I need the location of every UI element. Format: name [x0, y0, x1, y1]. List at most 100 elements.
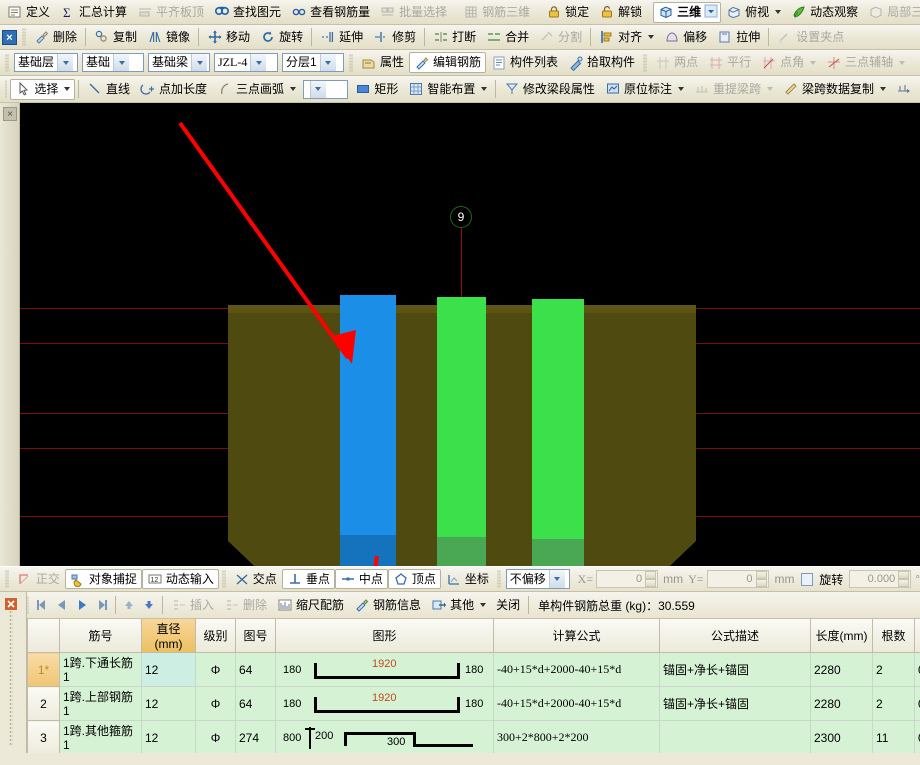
grid-rebar-info[interactable]: 钢筋信息: [349, 595, 426, 616]
cell-length[interactable]: 2300: [810, 720, 873, 753]
snap-midpoint[interactable]: 中点: [334, 569, 388, 589]
cell-grade[interactable]: Φ: [195, 686, 236, 721]
chevron-down-icon[interactable]: [481, 87, 488, 91]
close-panel-icon[interactable]: [4, 597, 18, 613]
toolbar-find-element[interactable]: 查找图元: [209, 2, 286, 23]
rotate-checkbox[interactable]: [800, 572, 814, 586]
cell-name[interactable]: 1跨.其他箍筋1: [59, 720, 142, 753]
edit-stretch[interactable]: 拉伸: [712, 27, 765, 48]
chevron-down-icon[interactable]: [113, 54, 130, 71]
table-row[interactable]: 1* 1跨.下通长筋1 12 Φ 64 180 1920 180 -40+15*…: [27, 652, 920, 687]
grid-scale-rebar[interactable]: 缩尺配筋: [272, 595, 349, 616]
chevron-down-icon[interactable]: [704, 4, 718, 20]
toolbar-top-view[interactable]: 俯视: [721, 2, 786, 23]
floor-combo[interactable]: 基础层: [14, 53, 78, 72]
chevron-down-icon[interactable]: [319, 54, 336, 71]
snap-ortho[interactable]: 正交: [12, 569, 65, 589]
cell-formula-desc[interactable]: 锚固+净长+锚固: [659, 686, 811, 721]
col-formula[interactable]: 计算公式: [493, 619, 660, 653]
cell-formula[interactable]: -40+15*d+2000-40+15*d: [493, 686, 660, 721]
cell-diameter[interactable]: 12: [141, 720, 196, 753]
row-header[interactable]: 2: [27, 686, 60, 721]
cell-lap[interactable]: 0: [914, 652, 920, 687]
context-properties[interactable]: 属性: [356, 52, 409, 73]
toolbar-3d-view[interactable]: 三维: [653, 1, 722, 23]
3d-viewport[interactable]: 9 ×: [0, 103, 920, 566]
cell-length[interactable]: 2280: [810, 686, 873, 721]
first-record-icon[interactable]: [32, 596, 52, 614]
rebar-green-1[interactable]: [437, 297, 486, 566]
chevron-down-icon[interactable]: [775, 10, 782, 14]
toolbar-dynamic-observe[interactable]: 动态观察: [786, 2, 863, 23]
x-coord-input[interactable]: 0: [596, 570, 659, 588]
draw-span-data-copy[interactable]: 梁跨数据复制: [778, 79, 891, 100]
cell-formula-desc[interactable]: 锚固+净长+锚固: [659, 652, 811, 687]
table-row[interactable]: 3 1跨.其他箍筋1 12 Φ 274 800 200 300 300+2*80…: [27, 720, 920, 753]
chevron-down-icon[interactable]: [677, 87, 684, 91]
close-icon[interactable]: ×: [2, 29, 17, 45]
col-diameter[interactable]: 直径(mm): [141, 619, 196, 653]
toolbar-lock[interactable]: 锁定: [541, 2, 594, 23]
draw-line[interactable]: 直线: [82, 79, 135, 100]
y-coord-stepper[interactable]: [755, 571, 767, 587]
edit-break[interactable]: 打断: [428, 27, 481, 48]
toolbar-view-rebar-qty[interactable]: 查看钢筋量: [286, 2, 375, 23]
row-header[interactable]: 3: [27, 720, 60, 753]
cell-drawing-no[interactable]: 274: [235, 720, 276, 753]
draw-apply-span[interactable]: [891, 79, 920, 100]
rotate-stepper[interactable]: [898, 571, 910, 587]
chevron-down-icon[interactable]: [64, 87, 71, 91]
close-panel-icon[interactable]: ×: [3, 107, 17, 121]
chevron-down-icon[interactable]: [191, 54, 208, 71]
draw-point-length[interactable]: 点加长度: [135, 79, 212, 100]
draw-in-place-annotation[interactable]: 原位标注: [600, 79, 689, 100]
context-pick-component[interactable]: 拾取构件: [563, 52, 640, 73]
layer-combo[interactable]: 分层1: [282, 53, 344, 72]
draw-select[interactable]: 选择: [10, 78, 76, 100]
cell-name[interactable]: 1跨.下通长筋1: [59, 652, 142, 687]
last-record-icon[interactable]: [92, 596, 112, 614]
chevron-down-icon[interactable]: [250, 54, 267, 71]
grid-other[interactable]: 其他: [426, 595, 491, 616]
draw-three-point-arc[interactable]: 三点画弧: [212, 79, 301, 100]
edit-trim[interactable]: 修剪: [368, 27, 421, 48]
cell-lap[interactable]: 0: [914, 686, 920, 721]
col-formula-desc[interactable]: 公式描述: [659, 619, 811, 653]
rotate-input[interactable]: 0.000: [849, 570, 912, 588]
viewport-left-panel[interactable]: ×: [0, 103, 20, 566]
cell-name[interactable]: 1跨.上部钢筋1: [59, 686, 142, 721]
context-component-list[interactable]: 构件列表: [486, 52, 563, 73]
col-shape[interactable]: 图形: [275, 619, 494, 653]
toolbar-define[interactable]: 定义: [2, 2, 55, 23]
category-combo[interactable]: 基础: [82, 53, 144, 72]
snap-dynamic-input[interactable]: 12 动态输入: [141, 569, 219, 589]
chevron-down-icon[interactable]: [648, 35, 655, 39]
drag-handle-dots[interactable]: [9, 598, 13, 747]
col-count[interactable]: 根数: [872, 619, 915, 653]
col-drawing-no[interactable]: 图号: [235, 619, 276, 653]
move-down-icon[interactable]: [139, 596, 159, 614]
edit-copy[interactable]: 复制: [89, 27, 142, 48]
rebar-selected[interactable]: [340, 295, 396, 566]
cell-count[interactable]: 11: [872, 720, 915, 753]
col-lap[interactable]: 搭接: [914, 619, 920, 653]
edit-merge[interactable]: 合并: [481, 27, 534, 48]
snap-object-snap[interactable]: 对象捕捉: [64, 569, 142, 589]
snap-vertex[interactable]: 顶点: [387, 569, 441, 589]
col-length[interactable]: 长度(mm): [810, 619, 873, 653]
rebar-green-2[interactable]: [532, 299, 584, 566]
edit-mirror[interactable]: 镜像: [142, 27, 195, 48]
cell-length[interactable]: 2280: [810, 652, 873, 687]
snap-coordinate[interactable]: 坐标: [441, 569, 494, 589]
snap-perpendicular[interactable]: 垂点: [281, 569, 335, 589]
chevron-down-icon[interactable]: [289, 87, 296, 91]
offset-mode-combo[interactable]: 不偏移: [505, 569, 570, 589]
component-combo[interactable]: JZL-4: [214, 53, 278, 72]
x-coord-stepper[interactable]: [645, 571, 657, 587]
toolbar-summary-calc[interactable]: Σ 汇总计算: [55, 2, 132, 23]
arc-option-combo[interactable]: [302, 79, 349, 99]
chevron-down-icon[interactable]: [879, 87, 886, 91]
draw-smart-layout[interactable]: 智能布置: [403, 79, 492, 100]
cell-drawing-no[interactable]: 64: [235, 686, 276, 721]
snap-intersection[interactable]: 交点: [229, 569, 282, 589]
